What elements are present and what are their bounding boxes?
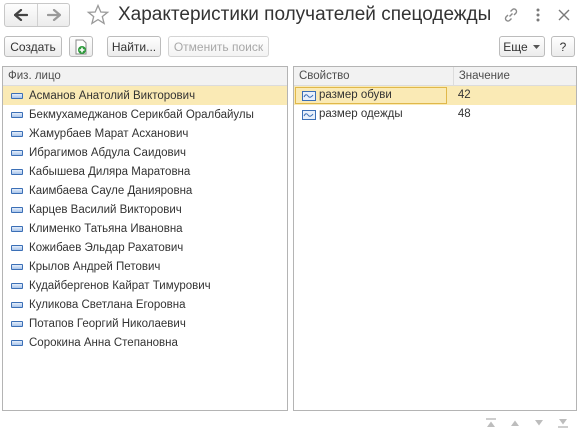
list-item-icon: [11, 339, 23, 346]
forward-button[interactable]: [37, 4, 69, 26]
add-document-icon: [75, 39, 87, 54]
column-header-property[interactable]: Свойство: [294, 67, 453, 85]
table-row[interactable]: Каимбаева Сауле Данияровна: [3, 181, 287, 200]
person-name: Жамурбаев Марат Асханович: [29, 127, 189, 140]
person-name: Куликова Светлана Егоровна: [29, 298, 186, 311]
list-item-icon: [11, 320, 23, 327]
table-row[interactable]: Куликова Светлана Егоровна: [3, 295, 287, 314]
move-up-button[interactable]: [503, 414, 527, 432]
person-name: Кудайбергенов Кайрат Тимурович: [29, 279, 211, 292]
page-title: Характеристики получателей спецодежды: [118, 4, 492, 25]
table-row[interactable]: Клименко Татьяна Ивановна: [3, 219, 287, 238]
table-row[interactable]: Кожибаев Эльдар Рахатович: [3, 238, 287, 257]
arrow-top-icon: [486, 418, 496, 427]
list-item-icon: [11, 130, 23, 137]
back-button[interactable]: [5, 4, 37, 26]
properties-table: Свойство Значение размер обуви 42 размер о…: [293, 66, 577, 411]
list-item-icon: [11, 225, 23, 232]
create-button[interactable]: Создать: [4, 36, 62, 57]
list-item-icon: [11, 282, 23, 289]
person-name: Карцев Василий Викторович: [29, 203, 182, 216]
person-name: Сорокина Анна Степановна: [29, 336, 178, 349]
person-name: Крылов Андрей Петович: [29, 260, 161, 273]
table-row[interactable]: Жамурбаев Марат Асханович: [3, 124, 287, 143]
arrow-down-icon: [535, 420, 543, 426]
add-copy-button[interactable]: [69, 36, 93, 57]
more-button[interactable]: Еще: [499, 36, 545, 57]
table-row[interactable]: Бекмухамеджанов Серикбай Оралбайулы: [3, 105, 287, 124]
close-icon[interactable]: [555, 6, 573, 24]
properties-list: размер обуви 42 размер одежды 48: [294, 86, 576, 124]
person-name: Потапов Георгий Николаевич: [29, 317, 186, 330]
property-name: размер одежды: [319, 108, 403, 120]
row-navigation-buttons: [479, 414, 575, 432]
table-row[interactable]: Сорокина Анна Степановна: [3, 333, 287, 352]
link-icon[interactable]: [502, 6, 520, 24]
table-row[interactable]: Кабышева Диляра Маратовна: [3, 162, 287, 181]
person-name: Клименко Татьяна Ивановна: [29, 222, 183, 235]
find-button[interactable]: Найти...: [107, 36, 161, 57]
chevron-down-icon: [532, 44, 540, 49]
table-row[interactable]: размер одежды 48: [294, 105, 576, 124]
list-item-icon: [11, 206, 23, 213]
cancel-search-button[interactable]: Отменить поиск: [168, 36, 269, 57]
property-cell[interactable]: размер одежды: [294, 107, 453, 122]
list-item-icon: [11, 111, 23, 118]
person-name: Кабышева Диляра Маратовна: [29, 165, 191, 178]
arrow-left-icon: [14, 9, 28, 21]
list-item-icon: [11, 187, 23, 194]
persons-table-header: Физ. лицо: [3, 67, 287, 86]
table-row[interactable]: Асманов Анатолий Викторович: [3, 86, 287, 105]
property-icon: [302, 109, 316, 120]
persons-table: Физ. лицо Асманов Анатолий Викторович Бек…: [2, 66, 288, 411]
list-item-icon: [11, 168, 23, 175]
list-item-icon: [11, 263, 23, 270]
help-button[interactable]: ?: [551, 36, 575, 57]
arrow-bottom-icon: [558, 419, 568, 428]
list-item-icon: [11, 244, 23, 251]
table-row[interactable]: Крылов Андрей Петович: [3, 257, 287, 276]
table-row[interactable]: размер обуви 42: [294, 86, 576, 105]
move-last-button[interactable]: [551, 414, 575, 432]
property-name: размер обуви: [319, 89, 392, 101]
property-field[interactable]: размер одежды: [296, 107, 446, 122]
toolbar: Создать Найти... Отменить поиск Еще ?: [0, 36, 580, 60]
property-value[interactable]: 48: [453, 105, 576, 124]
table-row[interactable]: Кудайбергенов Кайрат Тимурович: [3, 276, 287, 295]
column-header-value[interactable]: Значение: [452, 67, 576, 85]
persons-list: Асманов Анатолий Викторович Бекмухамеджан…: [3, 86, 287, 352]
person-name: Каимбаева Сауле Данияровна: [29, 184, 193, 197]
title-bar: Характеристики получателей спецодежды: [0, 0, 580, 32]
property-icon: [302, 90, 316, 101]
property-field[interactable]: размер обуви: [295, 87, 447, 104]
property-value[interactable]: 42: [453, 86, 576, 105]
list-item-icon: [11, 301, 23, 308]
table-row[interactable]: Потапов Георгий Николаевич: [3, 314, 287, 333]
star-icon[interactable]: [86, 3, 110, 27]
arrow-up-icon: [511, 420, 519, 426]
more-label: Еще: [503, 39, 528, 54]
person-name: Бекмухамеджанов Серикбай Оралбайулы: [29, 108, 254, 121]
column-header-person[interactable]: Физ. лицо: [3, 67, 287, 85]
navigation-buttons: [4, 3, 70, 27]
list-item-icon: [11, 149, 23, 156]
person-name: Ибрагимов Абдула Саидович: [29, 146, 187, 159]
person-name: Асманов Анатолий Викторович: [29, 89, 196, 102]
table-row[interactable]: Ибрагимов Абдула Саидович: [3, 143, 287, 162]
properties-table-header: Свойство Значение: [294, 67, 576, 86]
table-row[interactable]: Карцев Василий Викторович: [3, 200, 287, 219]
arrow-right-icon: [46, 9, 61, 21]
move-down-button[interactable]: [527, 414, 551, 432]
property-cell[interactable]: размер обуви: [294, 87, 453, 104]
move-first-button[interactable]: [479, 414, 503, 432]
list-item-icon: [11, 92, 23, 99]
person-name: Кожибаев Эльдар Рахатович: [29, 241, 184, 254]
more-vertical-icon[interactable]: [529, 6, 547, 24]
